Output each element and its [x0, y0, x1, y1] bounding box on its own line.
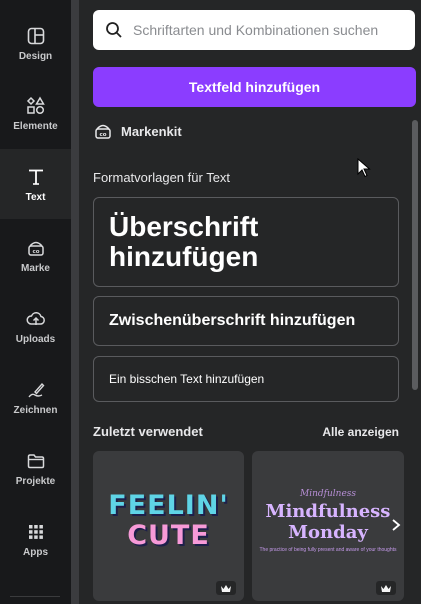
rail-item-text[interactable]: Text — [0, 149, 71, 219]
rail-item-marke[interactable]: co Marke — [0, 220, 71, 290]
rail-item-apps[interactable]: Apps — [0, 504, 71, 574]
add-heading-button[interactable]: Überschrift hinzufügen — [93, 197, 399, 287]
search-icon — [105, 21, 123, 39]
cloud-upload-icon — [25, 308, 47, 330]
rail-item-label: Uploads — [15, 333, 56, 345]
rail-item-label: Projekte — [15, 475, 56, 487]
template-text: Mindfulness Mindfulness Monday The pract… — [259, 489, 397, 553]
rail-item-label: Marke — [21, 262, 50, 274]
mouse-cursor-icon — [357, 157, 371, 183]
rail-item-label: Apps — [23, 546, 48, 558]
rail-item-elemente[interactable]: Elemente — [0, 78, 71, 148]
brand-kit-link[interactable]: co Markenkit — [93, 120, 182, 142]
add-textbox-button[interactable]: Textfeld hinzufügen — [93, 67, 416, 107]
recent-section-title: Zuletzt verwendet — [93, 424, 203, 439]
rail-item-design[interactable]: Design — [0, 8, 71, 78]
add-body-text-button[interactable]: Ein bisschen Text hinzufügen — [93, 356, 399, 402]
search-box[interactable] — [93, 10, 415, 50]
template-text: FEELIN' CUTE — [108, 490, 229, 551]
rail-item-projekte[interactable]: Projekte — [0, 433, 71, 503]
format-section-title: Formatvorlagen für Text — [93, 170, 231, 185]
brand-icon: co — [25, 237, 47, 259]
rail-item-uploads[interactable]: Uploads — [0, 291, 71, 361]
rail-item-label: Zeichnen — [13, 404, 58, 416]
chevron-right-icon[interactable] — [388, 515, 404, 535]
rail-item-zeichnen[interactable]: Zeichnen — [0, 362, 71, 432]
text-icon — [25, 166, 47, 188]
show-all-link[interactable]: Alle anzeigen — [322, 425, 399, 439]
brand-icon: co — [93, 121, 113, 141]
layout-icon — [25, 25, 47, 47]
search-input[interactable] — [131, 21, 415, 39]
rail-item-label: Design — [18, 50, 53, 62]
panel-divider — [71, 0, 79, 604]
recent-template-feelin-cute[interactable]: FEELIN' CUTE — [93, 451, 244, 601]
rail-divider — [10, 596, 60, 597]
apps-grid-icon — [25, 521, 47, 543]
folder-icon — [25, 450, 47, 472]
draw-icon — [25, 379, 47, 401]
rail-item-label: Elemente — [13, 120, 58, 132]
svg-text:co: co — [99, 132, 106, 138]
left-rail: Design Elemente Text co Marke Uploads Ze… — [0, 0, 71, 604]
premium-crown-icon — [376, 581, 396, 595]
premium-crown-icon — [216, 581, 236, 595]
shapes-icon — [25, 95, 47, 117]
scrollbar[interactable] — [412, 120, 418, 390]
add-subheading-button[interactable]: Zwischenüberschrift hinzufügen — [93, 296, 399, 346]
brand-kit-label: Markenkit — [121, 123, 182, 139]
text-panel: Textfeld hinzufügen co Markenkit Formatv… — [79, 0, 421, 604]
svg-text:co: co — [32, 249, 39, 255]
recent-template-mindfulness-monday[interactable]: Mindfulness Mindfulness Monday The pract… — [252, 451, 404, 601]
rail-item-label: Text — [25, 191, 46, 203]
